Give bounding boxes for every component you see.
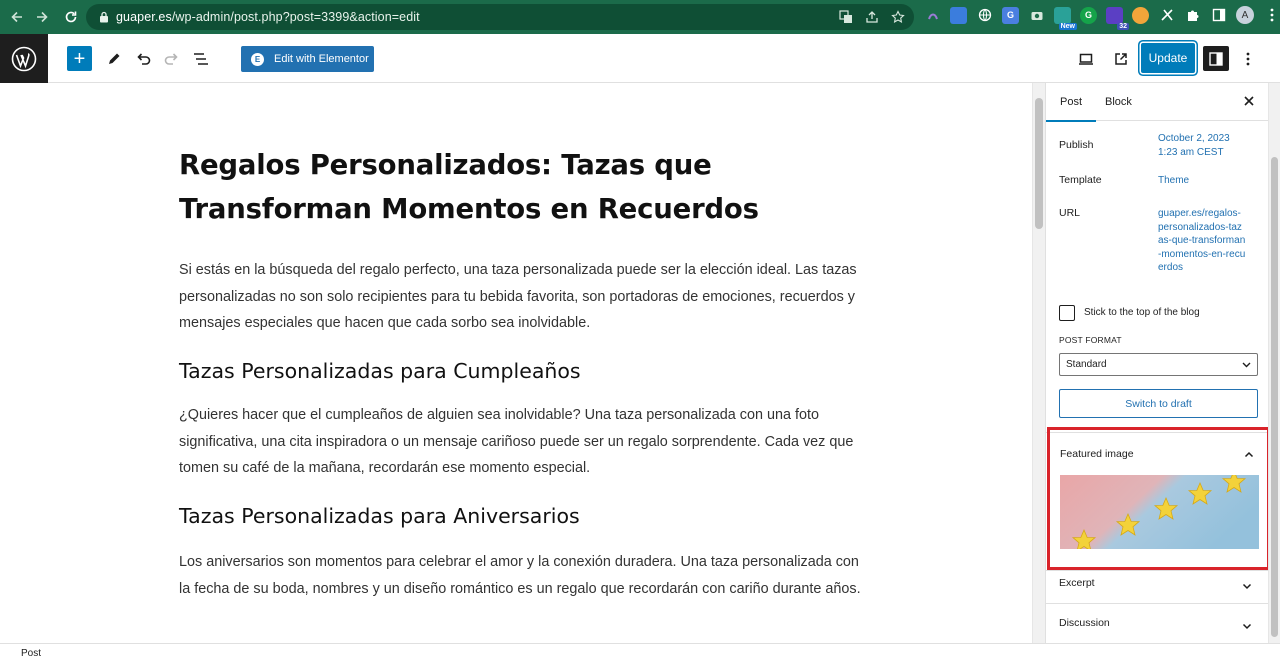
- chevron-down-icon[interactable]: [1242, 578, 1252, 596]
- sidebar-tabs: Post Block: [1046, 83, 1268, 122]
- redo-icon[interactable]: [159, 46, 184, 71]
- discussion-panel-toggle[interactable]: Discussion: [1059, 617, 1110, 629]
- post-format-value: Standard: [1066, 359, 1107, 370]
- url-domain: guaper.es: [116, 10, 172, 24]
- view-post-external-icon[interactable]: [1108, 46, 1133, 71]
- paragraph-block[interactable]: Los aniversarios son momentos para celeb…: [179, 549, 869, 602]
- extension-counter-icon[interactable]: 32: [1106, 6, 1129, 30]
- reload-icon[interactable]: [59, 5, 83, 29]
- url-label: URL: [1059, 207, 1081, 219]
- settings-sidebar: Post Block Publish October 2, 2023 1:23 …: [1045, 83, 1268, 643]
- template-label: Template: [1059, 174, 1102, 186]
- elementor-icon: E: [251, 52, 264, 66]
- browser-toolbar: guaper.es/wp-admin/post.php?post=3399&ac…: [0, 0, 1280, 34]
- chevron-down-icon[interactable]: [1242, 618, 1252, 636]
- sidebar-scrollbar-thumb[interactable]: [1271, 157, 1278, 637]
- address-bar[interactable]: guaper.es/wp-admin/post.php?post=3399&ac…: [86, 4, 914, 30]
- extension-grammarly-icon[interactable]: G: [1080, 6, 1097, 24]
- heading-block[interactable]: Tazas Personalizadas para Cumpleaños: [179, 359, 581, 383]
- translate-icon[interactable]: [838, 9, 854, 25]
- side-panel-icon[interactable]: [1210, 7, 1227, 24]
- switch-to-draft-button[interactable]: Switch to draft: [1059, 389, 1258, 418]
- sidebar-scrollbar[interactable]: [1268, 83, 1280, 643]
- editor-canvas: Regalos Personalizados: Tazas que Transf…: [0, 83, 1032, 643]
- extension-globe-icon[interactable]: [976, 7, 993, 24]
- wordpress-logo-icon[interactable]: [0, 34, 48, 83]
- paragraph-block[interactable]: Si estás en la búsqueda del regalo perfe…: [179, 257, 869, 337]
- bookmark-star-icon[interactable]: [890, 9, 906, 25]
- settings-sidebar-toggle-icon[interactable]: [1203, 46, 1229, 71]
- heading-block[interactable]: Tazas Personalizadas para Aniversarios: [179, 504, 580, 528]
- extensions-puzzle-icon[interactable]: [1184, 7, 1201, 24]
- update-button[interactable]: Update: [1141, 43, 1195, 73]
- tab-block[interactable]: Block: [1105, 96, 1132, 108]
- document-overview-icon[interactable]: [188, 46, 213, 71]
- elementor-button-label: Edit with Elementor: [274, 53, 369, 65]
- editor-scrollbar-thumb[interactable]: [1035, 98, 1043, 229]
- post-format-label: POST FORMAT: [1059, 335, 1122, 345]
- profile-avatar[interactable]: A: [1236, 6, 1254, 24]
- preview-device-icon[interactable]: [1073, 46, 1098, 71]
- sticky-checkbox[interactable]: [1059, 305, 1075, 321]
- panel-divider: [1046, 570, 1268, 571]
- tab-post[interactable]: Post: [1046, 96, 1097, 122]
- extension-new-badge: New: [1058, 22, 1077, 30]
- publish-date-link[interactable]: October 2, 2023 1:23 am CEST: [1158, 132, 1248, 159]
- chevron-up-icon[interactable]: [1244, 447, 1254, 465]
- browser-menu-icon[interactable]: [1263, 7, 1280, 24]
- editor-header: + E Edit with Elementor Update: [0, 34, 1280, 83]
- extension-tools-icon[interactable]: [1158, 7, 1175, 24]
- featured-image-label[interactable]: Featured image: [1060, 448, 1134, 460]
- url-text: guaper.es/wp-admin/post.php?post=3399&ac…: [116, 10, 420, 24]
- post-format-select[interactable]: Standard: [1059, 353, 1258, 376]
- url-path: /wp-admin/post.php?post=3399&action=edit: [171, 10, 420, 24]
- excerpt-panel-toggle[interactable]: Excerpt: [1059, 577, 1095, 589]
- extension-new-icon[interactable]: New: [1054, 6, 1077, 30]
- extension-doc-icon[interactable]: [950, 6, 967, 24]
- back-icon[interactable]: [5, 5, 29, 29]
- block-inserter-button[interactable]: +: [67, 46, 92, 71]
- editor-scrollbar[interactable]: [1032, 83, 1045, 643]
- options-menu-icon[interactable]: [1235, 46, 1260, 71]
- post-title[interactable]: Regalos Personalizados: Tazas que Transf…: [179, 143, 859, 231]
- panel-divider: [1046, 603, 1268, 604]
- extension-orange-icon[interactable]: [1132, 6, 1149, 24]
- forward-icon[interactable]: [30, 5, 54, 29]
- undo-icon[interactable]: [130, 46, 155, 71]
- permalink-link[interactable]: guaper.es/regalos-personalizados-tazas-q…: [1158, 207, 1246, 275]
- close-icon[interactable]: [1242, 94, 1256, 108]
- template-link[interactable]: Theme: [1158, 174, 1258, 188]
- chevron-down-icon: [1242, 360, 1251, 372]
- extension-count-badge: 32: [1117, 22, 1129, 30]
- share-icon[interactable]: [864, 9, 880, 25]
- publish-label: Publish: [1059, 139, 1094, 151]
- extension-camera-icon[interactable]: [1028, 7, 1045, 24]
- sticky-label: Stick to the top of the blog: [1084, 307, 1200, 318]
- breadcrumb-post[interactable]: Post: [21, 648, 41, 659]
- extension-pin-icon[interactable]: [924, 7, 941, 24]
- paragraph-block[interactable]: ¿Quieres hacer que el cumpleaños de algu…: [179, 402, 869, 482]
- edit-with-elementor-button[interactable]: E Edit with Elementor: [241, 46, 374, 72]
- featured-image-panel: Featured image: [1047, 427, 1268, 570]
- block-breadcrumb-bar: Post: [0, 643, 1280, 661]
- lock-icon: [96, 9, 112, 25]
- extension-translate-icon[interactable]: G: [1002, 6, 1019, 24]
- edit-tool-icon[interactable]: [101, 46, 126, 71]
- featured-image-thumbnail[interactable]: [1060, 475, 1259, 549]
